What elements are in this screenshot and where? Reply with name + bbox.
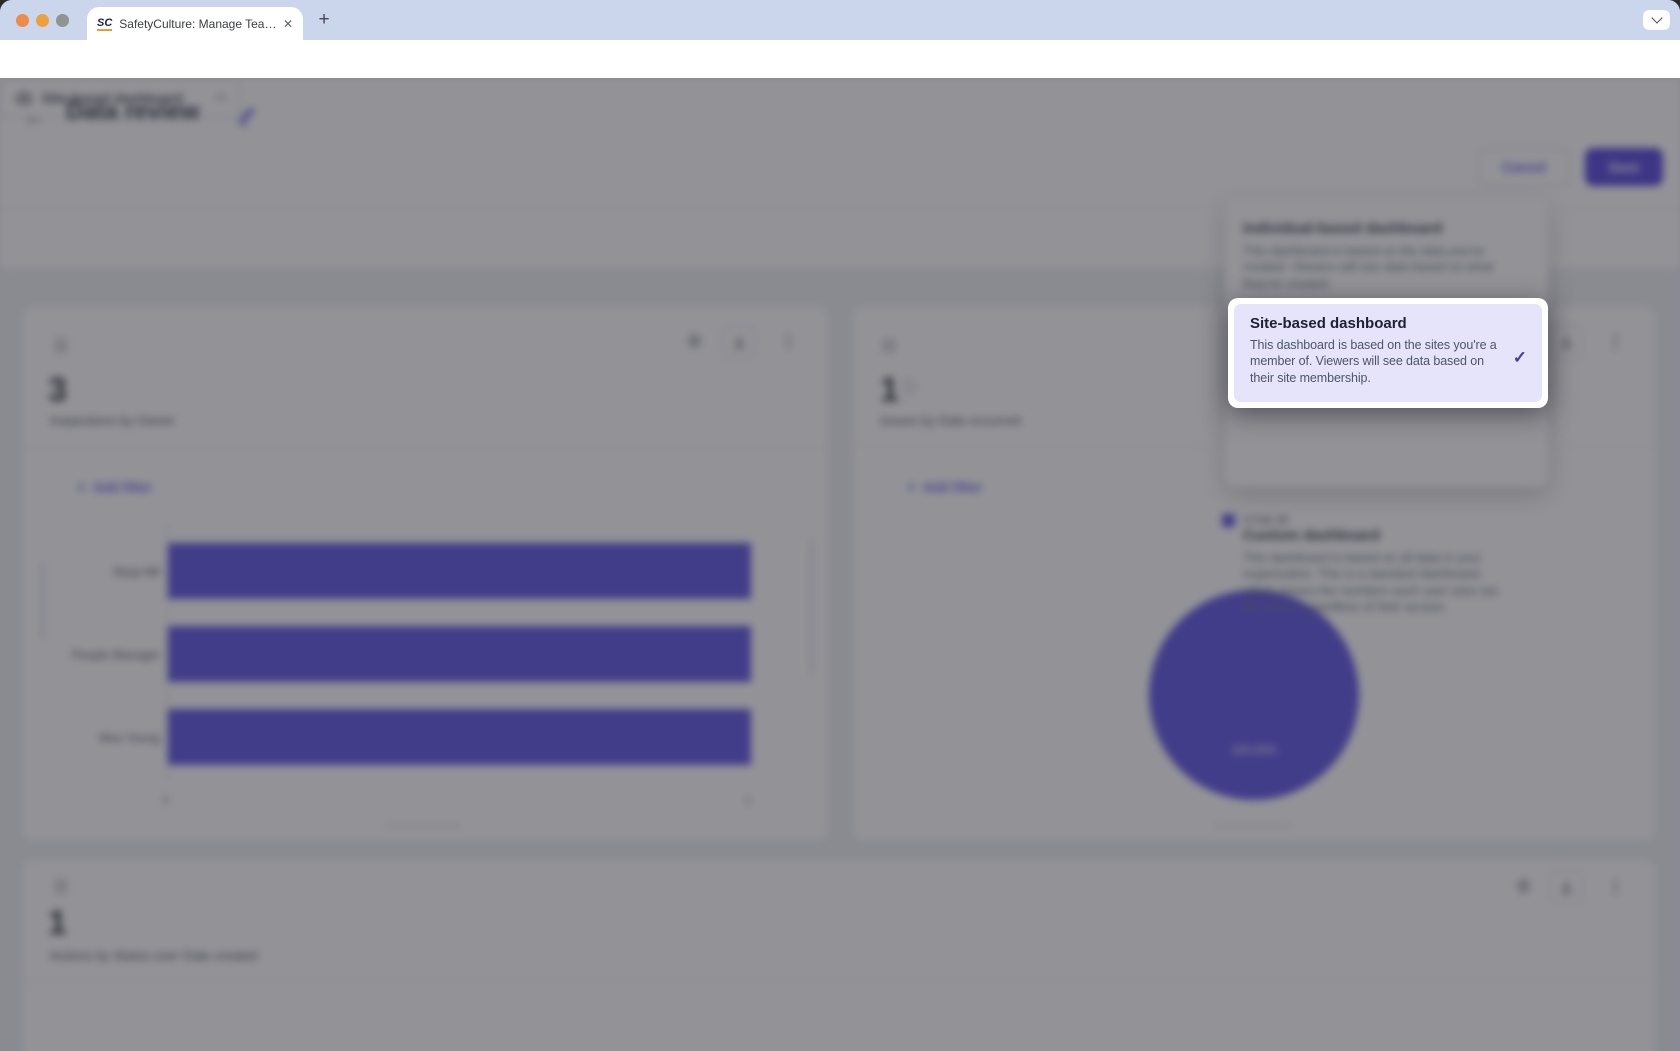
browser-tab[interactable]: SC SafetyCulture: Manage Teams and... ✕ — [87, 7, 303, 40]
menu-item-title: Site-based dashboard — [1250, 315, 1526, 332]
traffic-light-minimize[interactable] — [36, 14, 49, 27]
browser-toolbar: ← → https://app.safetyculture.com/analyt… — [0, 40, 1680, 78]
traffic-light-zoom[interactable] — [56, 14, 69, 27]
browser-window: SC SafetyCulture: Manage Teams and... ✕ … — [0, 0, 1680, 1051]
tab-search-button[interactable] — [1643, 10, 1670, 30]
safetyculture-favicon: SC — [97, 17, 112, 31]
new-tab-button[interactable]: + — [310, 6, 338, 34]
chevron-down-icon — [1651, 12, 1662, 23]
menu-item-description: This dashboard is based on the sites you… — [1250, 337, 1510, 386]
menu-item-site-based-selected[interactable]: Site-based dashboard This dashboard is b… — [1228, 298, 1548, 408]
modal-overlay — [0, 78, 1680, 1051]
selected-option-row[interactable]: Site-based dashboard This dashboard is b… — [1234, 304, 1542, 402]
check-icon: ✓ — [1513, 348, 1527, 368]
traffic-light-close[interactable] — [16, 14, 29, 27]
tab-close-icon[interactable]: ✕ — [283, 17, 293, 31]
tab-strip: SC SafetyCulture: Manage Teams and... ✕ … — [0, 0, 1680, 40]
web-page: ← Data review Site-based dashboard Cance… — [0, 78, 1680, 1051]
tab-title: SafetyCulture: Manage Teams and... — [119, 17, 277, 31]
